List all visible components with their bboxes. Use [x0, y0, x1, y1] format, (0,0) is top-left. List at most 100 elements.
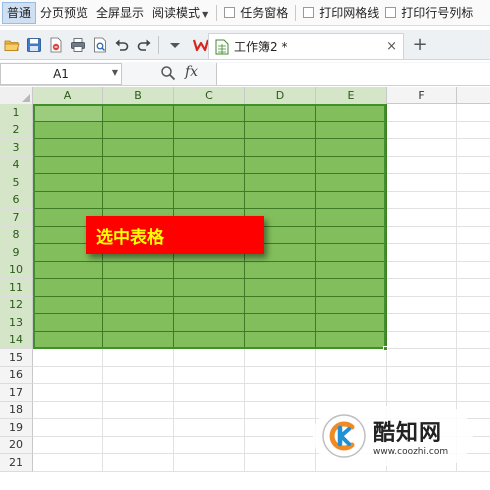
table-cell[interactable]: [174, 296, 245, 314]
table-cell[interactable]: [174, 331, 245, 349]
table-cell[interactable]: [457, 244, 490, 262]
undo-icon[interactable]: [112, 35, 132, 55]
table-cell[interactable]: [457, 139, 490, 157]
table-cell[interactable]: [457, 157, 490, 174]
table-cell[interactable]: [316, 139, 387, 157]
table-cell[interactable]: [245, 156, 316, 174]
table-cell[interactable]: [103, 121, 174, 139]
redo-icon[interactable]: [134, 35, 154, 55]
table-cell[interactable]: [316, 349, 387, 367]
table-cell[interactable]: [387, 384, 457, 402]
table-cell[interactable]: [245, 314, 316, 332]
table-cell[interactable]: [174, 419, 245, 437]
row-header[interactable]: 14: [0, 331, 33, 349]
column-header[interactable]: F: [387, 87, 457, 104]
table-cell[interactable]: [103, 261, 174, 279]
table-cell[interactable]: [316, 244, 387, 262]
row-header[interactable]: 12: [0, 296, 33, 314]
table-cell[interactable]: [174, 401, 245, 419]
table-cell[interactable]: [316, 296, 387, 314]
table-cell[interactable]: [387, 244, 457, 262]
name-box[interactable]: A1 ▼: [0, 63, 122, 85]
table-cell[interactable]: [316, 226, 387, 244]
table-cell[interactable]: [316, 261, 387, 279]
table-cell[interactable]: [457, 332, 490, 349]
table-cell[interactable]: [174, 104, 245, 122]
print-headings-checkbox[interactable]: 打印行号列标: [382, 2, 476, 24]
table-cell[interactable]: [245, 331, 316, 349]
table-cell[interactable]: [245, 419, 316, 437]
table-cell[interactable]: [103, 296, 174, 314]
table-cell[interactable]: [174, 314, 245, 332]
row-header[interactable]: 19: [0, 419, 33, 437]
normal-view-button[interactable]: 普通: [2, 1, 37, 24]
table-cell[interactable]: [457, 279, 490, 297]
table-cell[interactable]: [316, 314, 387, 332]
table-cell[interactable]: [316, 156, 387, 174]
table-cell[interactable]: [245, 104, 316, 122]
table-cell[interactable]: [457, 297, 490, 314]
table-cell[interactable]: [174, 156, 245, 174]
fill-handle[interactable]: [383, 346, 388, 351]
table-cell[interactable]: [316, 191, 387, 209]
export-pdf-icon[interactable]: [46, 35, 66, 55]
row-header[interactable]: 6: [0, 191, 33, 209]
table-cell[interactable]: [33, 419, 103, 437]
table-cell[interactable]: [103, 191, 174, 209]
table-cell[interactable]: [33, 384, 103, 402]
row-header[interactable]: 9: [0, 244, 33, 262]
table-cell[interactable]: [245, 384, 316, 402]
table-cell[interactable]: [387, 156, 457, 174]
table-cell[interactable]: [316, 331, 387, 349]
table-cell[interactable]: [245, 121, 316, 139]
row-header[interactable]: 21: [0, 454, 33, 472]
new-tab-button[interactable]: +: [410, 35, 430, 55]
table-cell[interactable]: [387, 296, 457, 314]
table-cell[interactable]: [387, 139, 457, 157]
table-cell[interactable]: [457, 122, 490, 139]
save-icon[interactable]: [24, 35, 44, 55]
table-cell[interactable]: [33, 296, 103, 314]
table-cell[interactable]: [457, 314, 490, 332]
table-cell[interactable]: [103, 401, 174, 419]
table-cell[interactable]: [174, 261, 245, 279]
column-header[interactable]: A: [33, 87, 103, 104]
table-cell[interactable]: [245, 139, 316, 157]
column-header[interactable]: B: [103, 87, 174, 104]
row-header[interactable]: 11: [0, 279, 33, 297]
table-cell[interactable]: [103, 331, 174, 349]
row-header[interactable]: 1: [0, 104, 33, 122]
tab-workbook[interactable]: 工作簿2 * ×: [208, 33, 404, 59]
column-header[interactable]: [457, 87, 490, 104]
table-cell[interactable]: [245, 296, 316, 314]
table-cell[interactable]: [33, 156, 103, 174]
chevron-down-icon[interactable]: ▼: [112, 68, 118, 77]
reading-mode-button[interactable]: 阅读模式 ▼: [148, 2, 212, 24]
row-header[interactable]: 3: [0, 139, 33, 157]
table-cell[interactable]: [103, 349, 174, 367]
column-header[interactable]: E: [316, 87, 387, 104]
table-cell[interactable]: [245, 174, 316, 192]
row-header[interactable]: 4: [0, 156, 33, 174]
table-cell[interactable]: [33, 191, 103, 209]
table-cell[interactable]: [103, 366, 174, 384]
table-cell[interactable]: [103, 419, 174, 437]
table-cell[interactable]: [103, 436, 174, 454]
table-cell[interactable]: [245, 436, 316, 454]
table-cell[interactable]: [316, 104, 387, 122]
more-dropdown-icon[interactable]: [165, 35, 185, 55]
table-cell[interactable]: [33, 104, 103, 122]
row-header[interactable]: 5: [0, 174, 33, 192]
table-cell[interactable]: [33, 279, 103, 297]
print-preview-icon[interactable]: [90, 35, 110, 55]
select-all-button[interactable]: [0, 87, 33, 104]
table-cell[interactable]: [387, 279, 457, 297]
page-break-preview-button[interactable]: 分页预览: [36, 2, 92, 24]
table-cell[interactable]: [33, 331, 103, 349]
table-cell[interactable]: [387, 349, 457, 367]
table-cell[interactable]: [33, 366, 103, 384]
table-cell[interactable]: [316, 366, 387, 384]
column-header[interactable]: D: [245, 87, 316, 104]
table-cell[interactable]: [174, 121, 245, 139]
print-gridlines-checkbox[interactable]: 打印网格线: [300, 2, 382, 24]
